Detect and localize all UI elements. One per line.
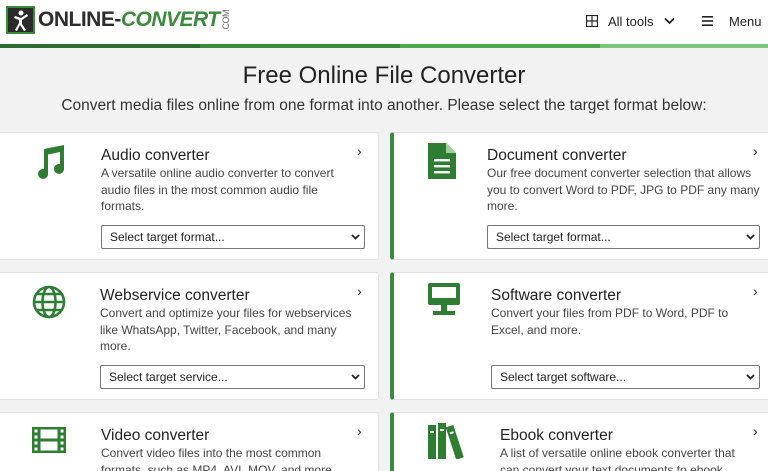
grid-icon — [586, 15, 598, 27]
page-title: Free Online File Converter — [242, 62, 526, 89]
logo-figure-icon — [6, 6, 35, 34]
logo-wordmark: ONLINE-CONVERT.COM — [38, 8, 231, 32]
site-logo[interactable]: ONLINE-CONVERT.COM — [6, 6, 231, 34]
logo-brand-part2: CONVERT — [120, 8, 220, 31]
chevron-right-icon[interactable]: › — [753, 143, 758, 159]
document-converter-card[interactable]: Document converter › Our free document c… — [390, 132, 768, 260]
card-title: Webservice converter — [100, 287, 250, 304]
webservice-converter-card[interactable]: Webservice converter › Convert and optim… — [0, 272, 379, 400]
chevron-right-icon[interactable]: › — [753, 423, 758, 439]
card-description: A list of versatile online ebook convert… — [500, 446, 735, 471]
chevron-right-icon[interactable]: › — [357, 423, 362, 439]
card-description: Our free document converter selection th… — [487, 166, 760, 213]
card-description: Convert and optimize your files for webs… — [100, 306, 352, 353]
video-converter-card[interactable]: Video converter › Convert video files in… — [0, 412, 379, 471]
ebook-converter-card[interactable]: Ebook converter › A list of versatile on… — [390, 412, 768, 471]
card-description: A versatile online audio converter to co… — [101, 166, 334, 213]
chevron-right-icon[interactable]: › — [357, 283, 362, 299]
document-icon — [428, 143, 456, 179]
page-subtitle: Convert media files online from one form… — [61, 97, 707, 114]
card-title: Software converter — [491, 287, 622, 304]
all-tools-dropdown[interactable]: All tools — [586, 11, 675, 31]
chevron-down-icon — [663, 17, 675, 25]
globe-icon — [32, 285, 66, 319]
webservice-target-service-select[interactable]: Select target service... — [100, 365, 365, 389]
books-icon — [428, 423, 464, 459]
card-description: Convert video files into the most common… — [101, 446, 336, 471]
card-title: Video converter — [101, 427, 210, 444]
card-title: Ebook converter — [500, 427, 613, 444]
brand-color-stripe — [0, 44, 768, 48]
logo-brand-part1: ONLINE- — [38, 8, 121, 31]
software-converter-card[interactable]: Software converter › Convert your files … — [390, 272, 768, 400]
menu-label: Menu — [729, 13, 762, 29]
music-note-icon — [38, 145, 64, 179]
logo-brand-suffix: .COM — [220, 9, 231, 32]
chevron-right-icon[interactable]: › — [357, 143, 362, 159]
card-title: Document converter — [487, 147, 627, 164]
hamburger-menu-icon — [702, 16, 713, 26]
chevron-right-icon[interactable]: › — [753, 283, 758, 299]
film-icon — [32, 427, 66, 453]
audio-converter-card[interactable]: Audio converter › A versatile online aud… — [0, 132, 379, 260]
all-tools-label: All tools — [608, 13, 654, 29]
audio-target-format-select[interactable]: Select target format... — [101, 225, 365, 249]
menu-button[interactable]: Menu — [702, 11, 762, 31]
top-navigation-bar: ONLINE-CONVERT.COM All tools Menu — [0, 0, 768, 44]
card-description: Convert your files from PDF to Word, PDF… — [491, 306, 729, 337]
monitor-icon — [428, 283, 460, 315]
document-target-format-select[interactable]: Select target format... — [487, 225, 760, 249]
software-target-select[interactable]: Select target software... — [491, 365, 760, 389]
card-title: Audio converter — [101, 147, 210, 164]
